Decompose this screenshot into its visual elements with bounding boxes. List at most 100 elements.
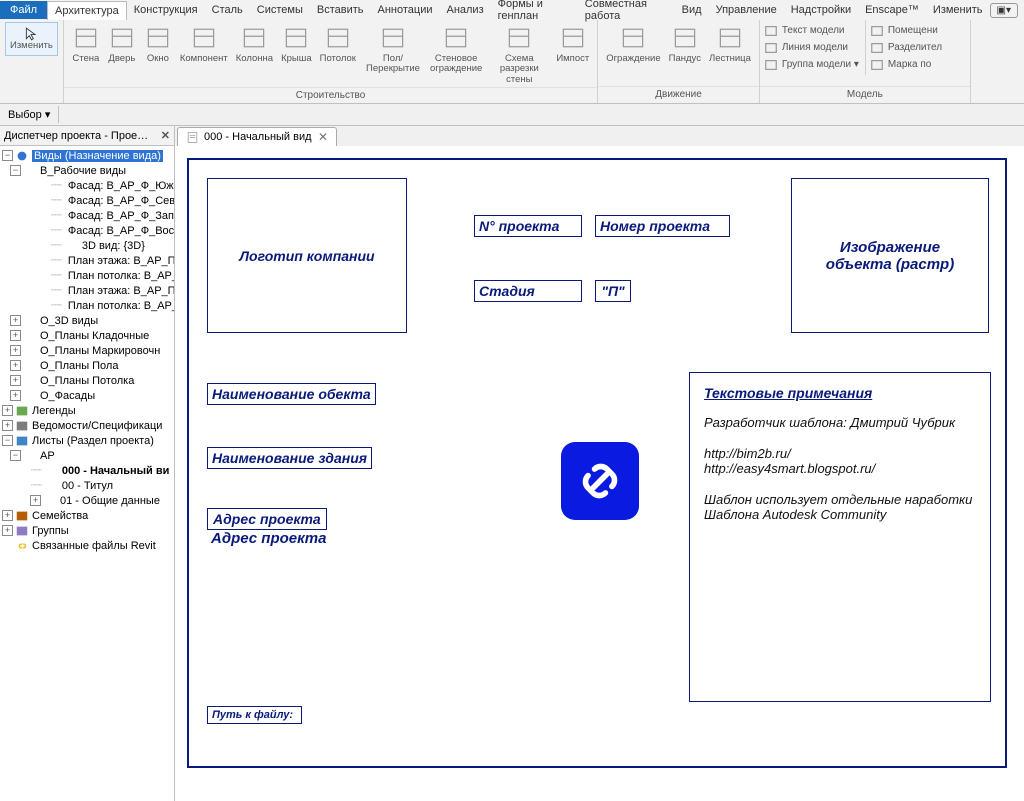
tree-item[interactable]: −Листы (Раздел проекта) [0, 433, 174, 448]
project-browser: Диспетчер проекта - Прое… ✕ −Виды (Назна… [0, 126, 175, 801]
ribbon-btn-пандус[interactable]: Пандус [666, 22, 704, 66]
object-name-field[interactable]: Наименование обекта [207, 383, 376, 405]
ribbon-btn-label: Пандус [669, 54, 701, 64]
sheet-icon [186, 131, 199, 144]
ribbon-btn-дверь[interactable]: Дверь [105, 22, 139, 66]
tree-item[interactable]: ┈┈Фасад: В_АР_Ф_Южн [0, 178, 174, 193]
tree-item[interactable]: −АР [0, 448, 174, 463]
logo-box[interactable]: Логотип компании [207, 178, 407, 333]
menu-tab-modify[interactable]: Изменить [926, 1, 990, 19]
tree-item[interactable]: +О_Планы Пола [0, 358, 174, 373]
menu-tab-view[interactable]: Вид [675, 1, 709, 19]
tree-item[interactable]: ┈┈План потолка: В_АР_ [0, 268, 174, 283]
tree-item[interactable]: +Ведомости/Спецификаци [0, 418, 174, 433]
modify-button[interactable]: Изменить [5, 22, 58, 56]
tree-item[interactable]: −В_Рабочие виды [0, 163, 174, 178]
tree-item[interactable]: ┈┈План этажа: В_АР_П [0, 283, 174, 298]
image-box[interactable]: Изображение объекта (растр) [791, 178, 989, 333]
menu-tab-addins[interactable]: Надстройки [784, 1, 858, 19]
ribbon-stack-item[interactable]: Линия модели [764, 39, 848, 56]
tree-item[interactable]: ┈┈План потолка: В_АР_ [0, 298, 174, 313]
address-label[interactable]: Адрес проекта [207, 508, 327, 530]
sheet-border: Логотип компании N° проекта Номер проект… [187, 158, 1007, 768]
menu-overflow-icon[interactable]: ▣▾ [990, 3, 1018, 18]
ribbon-btn-стена[interactable]: Стена [69, 22, 103, 66]
ribbon-group-circulation: Движение [598, 86, 759, 103]
ribbon-btn-label: Пол/Перекрытие [364, 54, 422, 75]
project-tree[interactable]: −Виды (Назначение вида)−В_Рабочие виды┈┈… [0, 146, 174, 801]
notes-line: Шаблона Autodesk Community [704, 507, 976, 522]
tree-item[interactable]: +О_Планы Маркировочн [0, 343, 174, 358]
ribbon-btn-лестница[interactable]: Лестница [706, 22, 754, 66]
address-block: Адрес проекта Адрес проекта [207, 508, 327, 547]
tree-item[interactable]: ┈┈00 - Титул [0, 478, 174, 493]
menu-file[interactable]: Файл [0, 1, 47, 19]
view-tab-active[interactable]: 000 - Начальный вид ✕ [177, 127, 337, 146]
project-number-value[interactable]: Номер проекта [595, 215, 730, 237]
tree-item[interactable]: ┈┈3D вид: {3D} [0, 238, 174, 253]
ribbon-btn-label: Колонна [236, 54, 273, 64]
ribbon-btn-крыша[interactable]: Крыша [278, 22, 315, 66]
main-menu: Файл Архитектура Конструкция Сталь Систе… [0, 0, 1024, 20]
selector-strip: Выбор ▾ [0, 104, 1024, 126]
ribbon-stack-item[interactable]: Разделител [870, 39, 942, 56]
ribbon-btn-импост[interactable]: Импост [553, 22, 592, 66]
ribbon-stack-item[interactable]: Группа модели ▾ [764, 56, 859, 73]
ribbon-btn-ограждение[interactable]: Ограждение [603, 22, 663, 66]
tree-item[interactable]: ┈┈Фасад: В_АР_Ф_Запа [0, 208, 174, 223]
tree-item[interactable]: ┈┈Фасад: В_АР_Ф_Север [0, 193, 174, 208]
ribbon-stack-item[interactable]: Текст модели [764, 22, 845, 39]
menu-tab-manage[interactable]: Управление [709, 1, 784, 19]
ribbon-btn-стеновое[interactable]: Стеновоеограждение [427, 22, 485, 77]
stage-label[interactable]: Стадия [474, 280, 582, 302]
ribbon-btn-колонна[interactable]: Колонна [233, 22, 276, 66]
tree-item[interactable]: +О_Планы Кладочные [0, 328, 174, 343]
menu-tab-structure[interactable]: Конструкция [127, 1, 205, 19]
menu-tab-steel[interactable]: Сталь [205, 1, 250, 19]
ribbon-btn-компонент[interactable]: Компонент [177, 22, 231, 66]
project-browser-close-icon[interactable]: ✕ [161, 129, 170, 142]
view-tabs: 000 - Начальный вид ✕ [175, 126, 1024, 146]
menu-tab-annotate[interactable]: Аннотации [371, 1, 440, 19]
menu-tab-analyze[interactable]: Анализ [439, 1, 490, 19]
stage-value[interactable]: "П" [595, 280, 631, 302]
tree-root[interactable]: −Виды (Назначение вида) [0, 148, 174, 163]
ribbon-btn-потолок[interactable]: Потолок [317, 22, 359, 66]
notes-line: Шаблон использует отдельные наработки [704, 492, 976, 507]
ribbon-group-build: Строительство [64, 87, 597, 104]
tree-item[interactable]: ┈┈План этажа: В_АР_П [0, 253, 174, 268]
ribbon-btn-label: Стеновоеограждение [430, 54, 482, 75]
tree-item[interactable]: +Семейства [0, 508, 174, 523]
project-number-label[interactable]: N° проекта [474, 215, 582, 237]
notes-box[interactable]: Текстовые примечания Разработчик шаблона… [689, 372, 991, 702]
ribbon-btn-схема[interactable]: Схема разрезкистены [487, 22, 551, 87]
ribbon-stack-item[interactable]: Помещени [870, 22, 938, 39]
ribbon-btn-окно[interactable]: Окно [141, 22, 175, 66]
ribbon-stack-item[interactable]: Марка по [870, 56, 931, 73]
building-name-field[interactable]: Наименование здания [207, 447, 372, 469]
ribbon-btn-label: Компонент [180, 54, 228, 64]
address-value[interactable]: Адрес проекта [207, 530, 327, 547]
tree-item[interactable]: +О_Фасады [0, 388, 174, 403]
menu-tab-systems[interactable]: Системы [250, 1, 310, 19]
ribbon-btn-label: Лестница [709, 54, 751, 64]
tree-item[interactable]: +01 - Общие данные [0, 493, 174, 508]
tree-item[interactable]: +Легенды [0, 403, 174, 418]
link-icon[interactable] [561, 442, 639, 520]
select-mode-dropdown[interactable]: Выбор ▾ [0, 106, 59, 123]
menu-tab-insert[interactable]: Вставить [310, 1, 371, 19]
chain-link-icon [574, 455, 626, 507]
menu-tab-enscape[interactable]: Enscape™ [858, 1, 926, 19]
tree-item[interactable]: Связанные файлы Revit [0, 538, 174, 553]
tree-item[interactable]: +О_Планы Потолка [0, 373, 174, 388]
ribbon-btn-пол[interactable]: Пол/Перекрытие [361, 22, 425, 77]
menu-tab-architecture[interactable]: Архитектура [47, 1, 127, 20]
tree-item[interactable]: ┈┈Фасад: В_АР_Ф_Восто [0, 223, 174, 238]
view-tab-close-icon[interactable]: ✕ [318, 130, 328, 144]
drawing-canvas[interactable]: Логотип компании N° проекта Номер проект… [175, 146, 1024, 801]
tree-item[interactable]: +О_3D виды [0, 313, 174, 328]
tree-item[interactable]: +Группы [0, 523, 174, 538]
filepath-field[interactable]: Путь к файлу: [207, 706, 302, 724]
ribbon-btn-label: Окно [147, 54, 169, 64]
tree-item[interactable]: ┈┈000 - Начальный ви [0, 463, 174, 478]
